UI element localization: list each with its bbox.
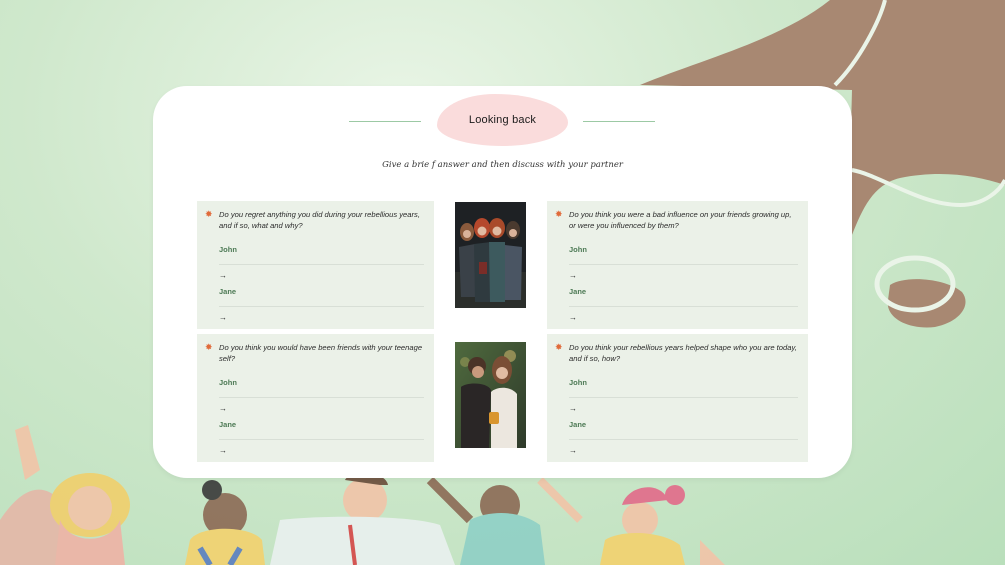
- instructions-subtitle: Give a brie f answer and then discuss wi…: [382, 160, 623, 170]
- title-divider-right: [583, 121, 655, 122]
- answer-name-john: John: [219, 378, 237, 387]
- answer-divider: [569, 264, 798, 265]
- question-text: Do you think you were a bad influence on…: [569, 210, 792, 230]
- teen-couple-photo: [455, 342, 526, 448]
- question-text: Do you think your rebellious years helpe…: [569, 343, 797, 363]
- answer-name-jane: Jane: [219, 420, 237, 429]
- question-card-2: ✸ Do you think you were a bad influence …: [547, 201, 808, 329]
- question-text: Do you regret anything you did during yo…: [219, 210, 420, 230]
- sparkle-burst-icon: ✸: [555, 209, 563, 219]
- answer-divider: [219, 397, 424, 398]
- question-card-3: ✸ Do you think you would have been frien…: [197, 334, 434, 462]
- answer-divider: [219, 439, 424, 440]
- answer-divider: [219, 306, 424, 307]
- answer-name-jane: Jane: [569, 287, 587, 296]
- answer-name-john: John: [569, 378, 587, 387]
- page-title: Looking back: [437, 94, 568, 146]
- arrow-right-icon[interactable]: →: [569, 404, 798, 414]
- arrow-right-icon[interactable]: →: [219, 271, 424, 281]
- answer-divider: [219, 264, 424, 265]
- answer-divider: [569, 306, 798, 307]
- arrow-right-icon[interactable]: →: [569, 271, 798, 281]
- sparkle-burst-icon: ✸: [555, 342, 563, 352]
- answer-name-jane: Jane: [219, 287, 237, 296]
- answer-name-jane: Jane: [569, 420, 587, 429]
- answer-name-john: John: [569, 245, 587, 254]
- answer-divider: [569, 439, 798, 440]
- arrow-right-icon[interactable]: →: [569, 313, 798, 323]
- question-card-1: ✸ Do you regret anything you did during …: [197, 201, 434, 329]
- sparkle-burst-icon: ✸: [205, 209, 213, 219]
- arrow-right-icon[interactable]: →: [219, 446, 424, 456]
- title-divider-left: [349, 121, 421, 122]
- question-text: Do you think you would have been friends…: [219, 343, 423, 363]
- title-area: Looking back: [153, 93, 852, 147]
- question-card-4: ✸ Do you think your rebellious years hel…: [547, 334, 808, 462]
- arrow-right-icon[interactable]: →: [219, 404, 424, 414]
- sparkle-burst-icon: ✸: [205, 342, 213, 352]
- answer-name-john: John: [219, 245, 237, 254]
- arrow-right-icon[interactable]: →: [569, 446, 798, 456]
- content-card: Looking back Give a brie f answer and th…: [153, 86, 852, 478]
- teen-group-photo: [455, 202, 526, 308]
- answer-divider: [569, 397, 798, 398]
- arrow-right-icon[interactable]: →: [219, 313, 424, 323]
